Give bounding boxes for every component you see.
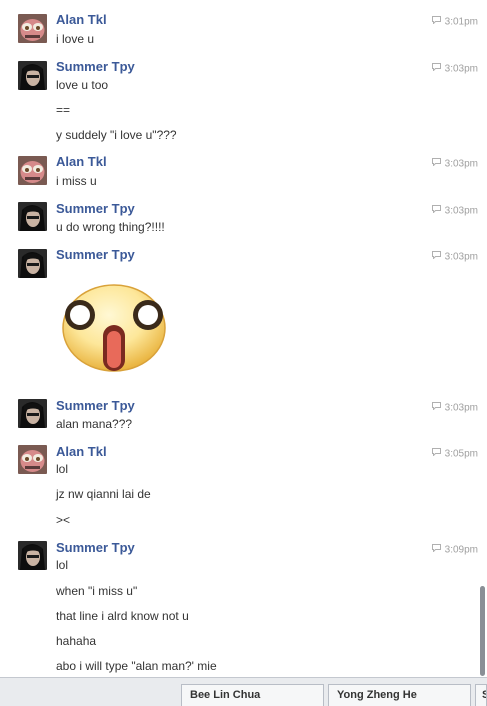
chat-tab-label: S xyxy=(482,689,486,701)
sender-name[interactable]: Alan Tkl xyxy=(56,444,107,460)
scrollbar-track[interactable] xyxy=(480,0,487,677)
sender-name[interactable]: Summer Tpy xyxy=(56,201,135,217)
message-text: when "i miss u" xyxy=(56,584,138,598)
chat-bubble-icon xyxy=(431,250,441,264)
message-text: lol xyxy=(56,558,69,572)
summer-avatar[interactable] xyxy=(18,61,47,90)
chat-bubble-icon xyxy=(431,15,441,29)
scrollbar-thumb[interactable] xyxy=(480,586,485,676)
alan-avatar[interactable] xyxy=(18,156,47,185)
sender-name[interactable]: Alan Tkl xyxy=(56,154,107,170)
chat-bubble-icon xyxy=(431,204,441,218)
sender-name[interactable]: Summer Tpy xyxy=(56,398,135,414)
chat-bubble-icon xyxy=(431,401,441,415)
message-text: y suddely "i love u"??? xyxy=(56,128,177,142)
timestamp: 3:03pm xyxy=(431,62,478,77)
message-text: u do wrong thing?!!!! xyxy=(56,220,165,234)
alan-avatar[interactable] xyxy=(18,445,47,474)
chat-bubble-icon xyxy=(431,62,441,76)
timestamp: 3:03pm xyxy=(431,250,478,265)
message-text: lol xyxy=(56,462,69,476)
alan-avatar[interactable] xyxy=(18,14,47,43)
summer-avatar[interactable] xyxy=(18,249,47,278)
timestamp: 3:03pm xyxy=(431,204,478,219)
chat-conversation: Alan Tkl 3:01pm i love u Summer Tpy 3:03… xyxy=(0,0,480,677)
chat-bubble-icon xyxy=(431,447,441,461)
chat-tab-label: Yong Zheng He xyxy=(337,689,417,701)
sender-name[interactable]: Summer Tpy xyxy=(56,247,135,263)
message-text: hahaha xyxy=(56,634,97,648)
chat-tab-label: Bee Lin Chua xyxy=(190,689,261,701)
sender-name[interactable]: Summer Tpy xyxy=(56,540,135,556)
timestamp-text: 3:01pm xyxy=(444,16,478,28)
sender-name[interactable]: Alan Tkl xyxy=(56,12,107,28)
sender-name[interactable]: Summer Tpy xyxy=(56,59,135,75)
shocked-face-sticker[interactable] xyxy=(60,281,168,378)
timestamp-text: 3:03pm xyxy=(444,251,478,263)
message-text: abo i will type "alan man?' mie xyxy=(56,659,217,673)
chat-tab-yong-zheng-he[interactable]: Yong Zheng He xyxy=(328,684,471,706)
timestamp-text: 3:05pm xyxy=(444,448,478,460)
timestamp-text: 3:03pm xyxy=(444,205,478,217)
timestamp-text: 3:03pm xyxy=(444,158,478,170)
chat-dock: Bee Lin Chua Yong Zheng He S xyxy=(0,677,487,706)
message-text: love u too xyxy=(56,78,109,92)
timestamp-text: 3:09pm xyxy=(444,544,478,556)
timestamp-text: 3:03pm xyxy=(444,63,478,75)
message-text: jz nw qianni lai de xyxy=(56,487,151,501)
message-text: i love u xyxy=(56,32,95,46)
timestamp: 3:01pm xyxy=(431,15,478,30)
chat-tab-partial[interactable]: S xyxy=(475,684,487,706)
chat-tab-bee-lin-chua[interactable]: Bee Lin Chua xyxy=(181,684,324,706)
message-text: == xyxy=(56,103,71,117)
message-text: that line i alrd know not u xyxy=(56,609,189,623)
message-text: >< xyxy=(56,513,71,527)
timestamp: 3:09pm xyxy=(431,543,478,558)
timestamp: 3:03pm xyxy=(431,157,478,172)
timestamp: 3:03pm xyxy=(431,401,478,416)
chat-bubble-icon xyxy=(431,157,441,171)
message-text: i miss u xyxy=(56,174,97,188)
summer-avatar[interactable] xyxy=(18,541,47,570)
summer-avatar[interactable] xyxy=(18,202,47,231)
timestamp: 3:05pm xyxy=(431,447,478,462)
chat-bubble-icon xyxy=(431,543,441,557)
summer-avatar[interactable] xyxy=(18,399,47,428)
message-text: alan mana??? xyxy=(56,417,133,431)
timestamp-text: 3:03pm xyxy=(444,402,478,414)
